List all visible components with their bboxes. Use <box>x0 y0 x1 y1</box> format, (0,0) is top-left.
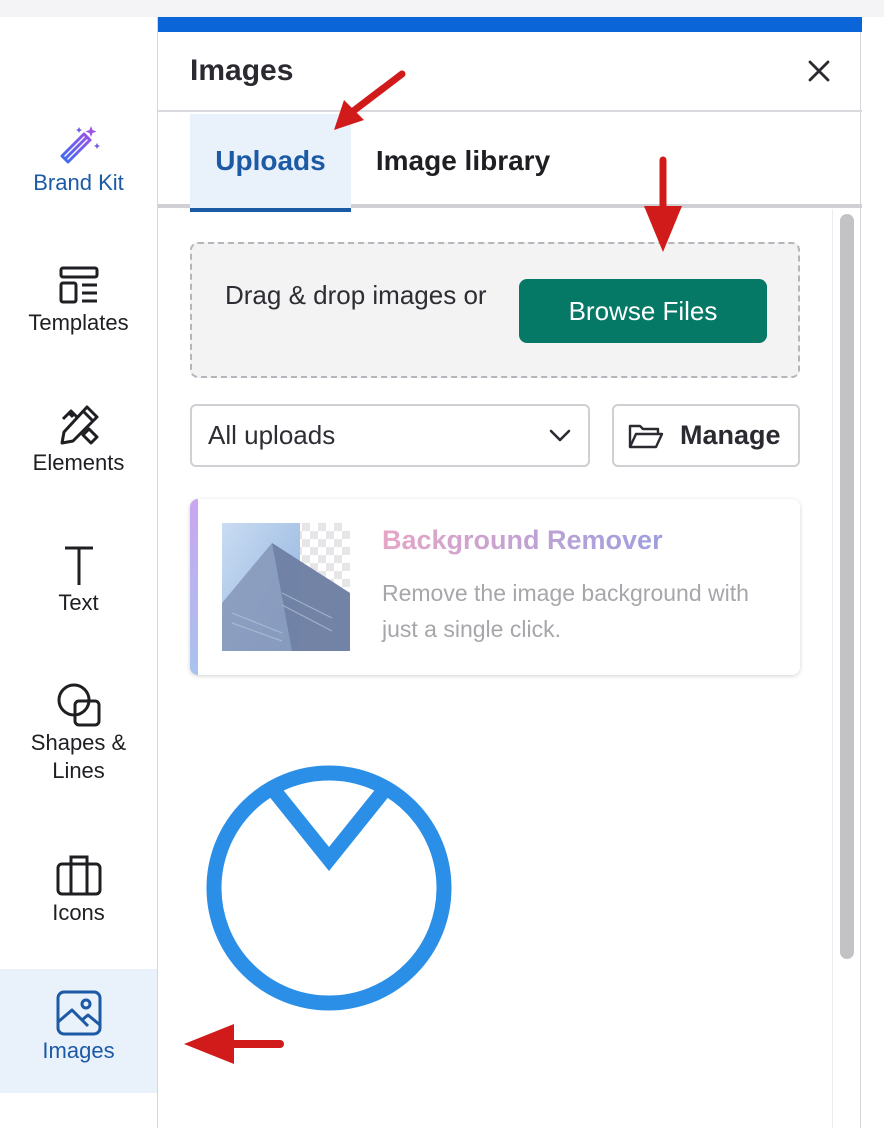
annotation-arrow-images <box>184 1024 284 1064</box>
close-button[interactable] <box>802 54 836 88</box>
shapes-icon <box>55 681 103 729</box>
upload-dropzone[interactable]: Drag & drop images or Browse Files <box>190 242 800 378</box>
promo-accent-bar <box>190 499 198 675</box>
chevron-down-icon <box>540 416 580 456</box>
manage-label: Manage <box>680 420 781 450</box>
sidebar-item-label: Images <box>42 1038 115 1063</box>
templates-icon <box>55 261 103 309</box>
annotation-arrow-uploads <box>334 70 406 130</box>
magic-wand-icon <box>55 121 103 169</box>
panel-title: Images <box>190 54 294 87</box>
panel-accent-bar <box>158 17 862 32</box>
sidebar-item-icons[interactable]: Icons <box>0 851 157 927</box>
sidebar-item-label: Shapes & Lines <box>30 730 127 783</box>
sidebar-item-label: Brand Kit <box>33 170 124 195</box>
sidebar-item-images[interactable]: Images <box>0 969 157 1093</box>
top-strip <box>0 0 884 17</box>
sidebar-item-label: Elements <box>32 450 125 475</box>
sidebar-item-elements[interactable]: Elements <box>0 401 157 477</box>
left-nav-rail: Brand Kit Templates Elements Text Shapes… <box>0 17 157 1128</box>
promo-description: Remove the image background with just a … <box>382 580 749 642</box>
manage-button[interactable]: Manage <box>612 404 800 467</box>
scrollbar-thumb[interactable] <box>840 214 854 959</box>
uploads-filter-select[interactable]: All uploads <box>190 404 590 467</box>
promo-thumbnail <box>222 523 350 651</box>
tab-bar: Uploads Image library <box>158 114 862 212</box>
sidebar-item-brand-kit[interactable]: Brand Kit <box>0 121 157 197</box>
sidebar-item-text[interactable]: Text <box>0 541 157 617</box>
promo-title: Background Remover <box>382 525 663 555</box>
dropzone-text: Drag & drop images or <box>225 280 487 310</box>
text-icon <box>55 541 103 589</box>
sidebar-item-label: Icons <box>52 900 105 925</box>
loading-spinner-icon <box>206 765 452 1011</box>
briefcase-icon <box>55 851 103 899</box>
panel-header: Images <box>158 32 862 112</box>
sidebar-item-label: Templates <box>28 310 129 335</box>
uploads-filter-value: All uploads <box>208 420 336 450</box>
elements-icon <box>55 401 103 449</box>
background-remover-card[interactable]: Background Remover Remove the image back… <box>190 499 800 675</box>
sidebar-item-shapes-lines[interactable]: Shapes & Lines <box>0 681 157 785</box>
tab-uploads[interactable]: Uploads <box>190 114 351 212</box>
close-icon <box>808 60 830 82</box>
folder-icon <box>626 416 666 456</box>
sidebar-item-templates[interactable]: Templates <box>0 261 157 337</box>
annotation-arrow-browse <box>644 156 682 252</box>
browse-files-button[interactable]: Browse Files <box>519 279 767 343</box>
images-panel: Images Uploads Image library Drag & drop… <box>157 17 862 1128</box>
image-icon <box>55 989 103 1037</box>
sidebar-item-label: Text <box>58 590 99 615</box>
